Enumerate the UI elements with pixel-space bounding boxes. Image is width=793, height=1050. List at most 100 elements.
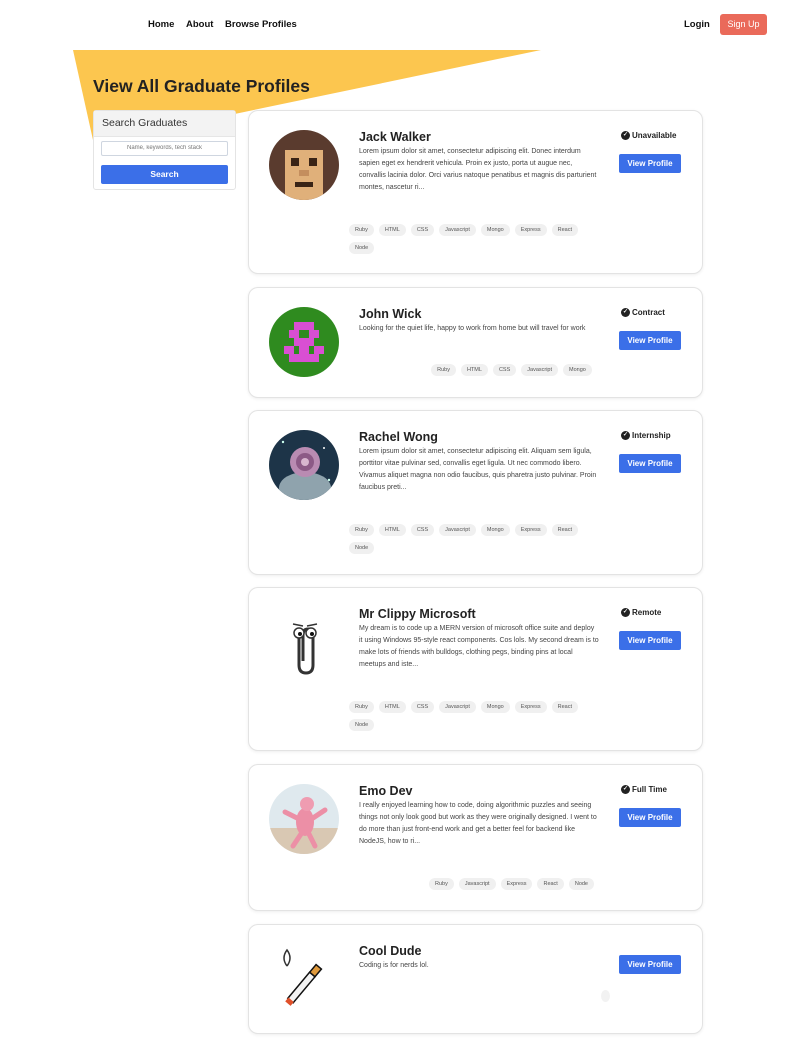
tech-tag: Express <box>500 878 533 890</box>
tech-tag: HTML <box>378 701 406 713</box>
status-badge: ✓ Full Time <box>621 785 667 795</box>
avatar <box>269 307 339 377</box>
profile-card: Rachel Wong Lorem ipsum dolor sit amet, … <box>248 410 703 575</box>
status-badge: ✓ Remote <box>621 608 662 618</box>
tech-tag: Javascript <box>439 524 476 536</box>
check-circle-icon: ✓ <box>621 131 630 141</box>
avatar <box>269 784 339 854</box>
search-panel-header: Search Graduates <box>94 111 235 137</box>
profile-bio: Lorem ipsum dolor sit amet, consectetur … <box>359 448 597 491</box>
avatar <box>269 430 339 500</box>
profile-name: Jack Walker <box>359 130 431 144</box>
view-profile-button[interactable]: View Profile <box>619 631 681 650</box>
tech-tags: Ruby HTML CSS Javascript Mongo <box>359 364 664 376</box>
avatar <box>269 607 339 677</box>
view-profile-button[interactable]: View Profile <box>619 808 681 827</box>
nav-about-link[interactable]: About <box>186 19 213 30</box>
status-label: Full Time <box>632 785 667 794</box>
profile-bio: My dream is to code up a MERN version of… <box>359 625 599 668</box>
check-circle-icon: ✓ <box>621 608 630 618</box>
tech-tag: React <box>551 524 578 536</box>
avatar <box>269 130 339 200</box>
tech-tags: Ruby HTML CSS Javascript Mongo Express R… <box>349 701 594 731</box>
status-badge: ✓ Contract <box>621 308 665 318</box>
status-label: Unavailable <box>632 131 677 140</box>
profile-bio: Lorem ipsum dolor sit amet, consectetur … <box>359 148 597 191</box>
tech-tag: HTML <box>378 524 406 536</box>
tech-tag: React <box>551 224 578 236</box>
nav-browse-link[interactable]: Browse Profiles <box>225 19 297 30</box>
tech-tag: Node <box>349 242 375 254</box>
tech-tag: CSS <box>410 701 435 713</box>
check-circle-icon: ✓ <box>621 308 630 318</box>
search-button[interactable]: Search <box>101 165 228 184</box>
tech-tag: Ruby <box>349 224 374 236</box>
tech-tags: Ruby HTML CSS Javascript Mongo Express R… <box>349 524 594 554</box>
tech-tag: CSS <box>410 524 435 536</box>
tech-tag: Ruby <box>431 364 456 376</box>
tech-tag: Javascript <box>439 701 476 713</box>
check-circle-icon: ✓ <box>621 431 630 441</box>
view-profile-button[interactable]: View Profile <box>619 154 681 173</box>
profile-name: Rachel Wong <box>359 430 438 444</box>
pink-creature-avatar-icon <box>269 784 339 854</box>
tech-tag: HTML <box>378 224 406 236</box>
profile-card: Mr Clippy Microsoft My dream is to code … <box>248 587 703 751</box>
tech-tags: Ruby HTML CSS Javascript Mongo Express R… <box>349 224 594 254</box>
status-badge: ✓ Internship <box>621 431 671 441</box>
tech-tag: Express <box>514 224 547 236</box>
tech-tag: Javascript <box>439 224 476 236</box>
tech-tag: React <box>537 878 564 890</box>
tech-tag: Express <box>514 524 547 536</box>
pixel-face-avatar-icon <box>269 130 339 200</box>
tech-tag: Mongo <box>480 701 510 713</box>
view-profile-button[interactable]: View Profile <box>619 454 681 473</box>
profile-bio: Coding is for nerds lol. <box>359 962 429 969</box>
paperclip-avatar-icon <box>269 607 339 677</box>
cosmic-figure-avatar-icon <box>269 430 339 500</box>
signup-button[interactable]: Sign Up <box>720 14 767 35</box>
status-label: Remote <box>632 608 662 617</box>
profile-card: John Wick Looking for the quiet life, ha… <box>248 287 703 398</box>
status-badge: ✓ Unavailable <box>621 131 677 141</box>
profile-name: Mr Clippy Microsoft <box>359 607 476 621</box>
view-profile-button[interactable]: View Profile <box>619 955 681 974</box>
tech-tag: Node <box>349 719 375 731</box>
tech-tag: Javascript <box>521 364 559 376</box>
tech-tag: Express <box>514 701 547 713</box>
profile-name: John Wick <box>359 307 422 321</box>
check-circle-icon: ✓ <box>621 785 630 795</box>
search-input[interactable] <box>101 141 228 156</box>
search-panel: Search Graduates Search <box>93 110 236 190</box>
tech-tag: Mongo <box>563 364 592 376</box>
pixel-invader-avatar-icon <box>269 307 339 377</box>
tech-tag: Mongo <box>480 524 510 536</box>
pixel-cigarette-avatar-icon <box>269 944 339 1014</box>
tech-tag: HTML <box>460 364 488 376</box>
view-profile-button[interactable]: View Profile <box>619 331 681 350</box>
tech-tag: Node <box>349 542 375 554</box>
profile-card: Jack Walker Lorem ipsum dolor sit amet, … <box>248 110 703 274</box>
tech-tag: CSS <box>492 364 517 376</box>
page-title: View All Graduate Profiles <box>93 76 310 96</box>
tech-tags: Ruby Javascript Express React Node <box>359 878 664 890</box>
profile-bio: Looking for the quiet life, happy to wor… <box>359 325 586 332</box>
empty-tag-placeholder <box>601 990 610 1002</box>
tech-tag: Mongo <box>480 224 510 236</box>
tech-tag: React <box>551 701 578 713</box>
avatar <box>269 944 339 1014</box>
tech-tag: Ruby <box>349 701 374 713</box>
status-label: Internship <box>632 431 671 440</box>
profile-card: Cool Dude Coding is for nerds lol. View … <box>248 924 703 1034</box>
nav-login-link[interactable]: Login <box>684 19 710 30</box>
tech-tag: Javascript <box>458 878 496 890</box>
tech-tag: Ruby <box>428 878 454 890</box>
nav-home-link[interactable]: Home <box>148 19 174 30</box>
tech-tag: Ruby <box>349 524 374 536</box>
profile-card: Emo Dev I really enjoyed learning how to… <box>248 764 703 911</box>
tech-tag: Node <box>568 878 594 890</box>
tech-tag: CSS <box>410 224 435 236</box>
profile-name: Emo Dev <box>359 784 413 798</box>
profile-bio: I really enjoyed learning how to code, d… <box>359 802 597 845</box>
status-label: Contract <box>632 308 665 317</box>
